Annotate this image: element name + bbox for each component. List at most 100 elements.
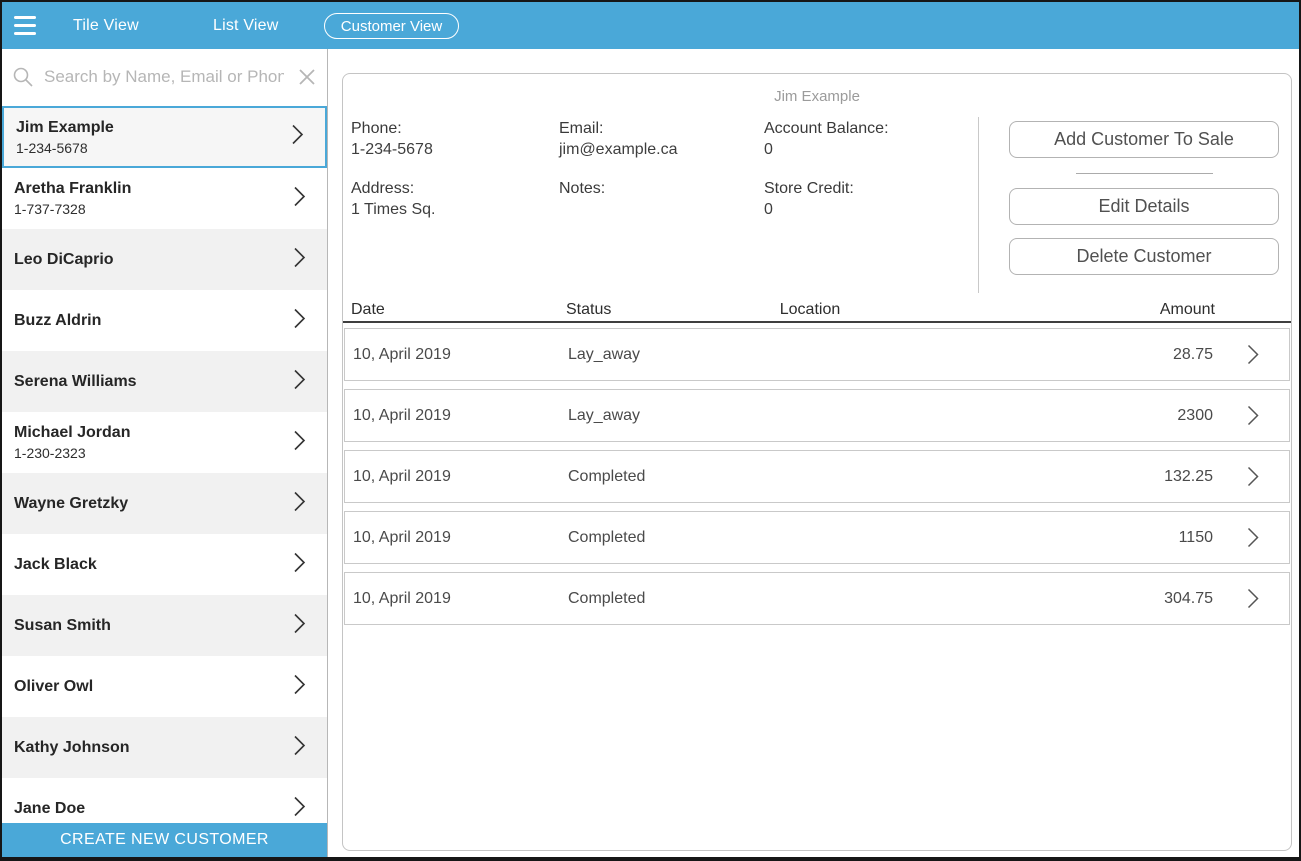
transaction-row[interactable]: 10, April 2019 Completed 304.75 (344, 572, 1290, 625)
field-label: Store Credit: (764, 178, 978, 199)
transaction-row[interactable]: 10, April 2019 Lay_away 2300 (344, 389, 1290, 442)
chevron-right-icon (1225, 527, 1281, 548)
customer-list-item[interactable]: Wayne Gretzky (2, 473, 327, 534)
customer-name: Jane Doe (14, 799, 327, 818)
customer-name: Leo DiCaprio (14, 250, 327, 269)
column-header-amount: Amount (894, 301, 1227, 319)
customer-field: Email: jim@example.ca (559, 118, 764, 160)
chevron-right-icon (293, 307, 306, 334)
customer-field: Notes: (559, 178, 764, 220)
chevron-right-icon (293, 490, 306, 517)
transaction-row[interactable]: 10, April 2019 Lay_away 28.75 (344, 328, 1290, 381)
field-value: 1 Times Sq. (351, 199, 559, 220)
customer-fields: Phone: 1-234-5678 Email: jim@example.ca … (351, 118, 978, 220)
chevron-right-icon (1225, 588, 1281, 609)
customer-list-item[interactable]: Oliver Owl (2, 656, 327, 717)
chevron-right-icon (293, 429, 306, 456)
pos-customer-screen: { "topbar": { "tile_view": "Tile View", … (0, 0, 1301, 861)
transaction-status: Completed (568, 590, 728, 608)
customer-name: Aretha Franklin (14, 179, 327, 198)
field-label: Email: (559, 118, 764, 139)
customer-title: Jim Example (343, 88, 1291, 105)
customer-list-item[interactable]: Jack Black (2, 534, 327, 595)
customer-field: Address: 1 Times Sq. (351, 178, 559, 220)
customer-phone: 1-234-5678 (16, 139, 325, 157)
add-customer-to-sale-button[interactable]: Add Customer To Sale (1009, 121, 1279, 158)
chevron-right-icon (293, 612, 306, 639)
transaction-row[interactable]: 10, April 2019 Completed 1150 (344, 511, 1290, 564)
field-label: Phone: (351, 118, 559, 139)
customer-field: Phone: 1-234-5678 (351, 118, 559, 160)
field-label: Address: (351, 178, 559, 199)
clear-search-icon[interactable] (295, 65, 319, 94)
customer-phone: 1-230-2323 (14, 444, 327, 462)
customer-phone: 1-737-7328 (14, 200, 327, 218)
chevron-right-icon (1225, 466, 1281, 487)
chevron-right-icon (293, 368, 306, 395)
chevron-right-icon (293, 795, 306, 822)
create-new-customer-button[interactable]: CREATE NEW CUSTOMER (2, 823, 327, 857)
tab-list-view[interactable]: List View (213, 2, 279, 49)
customer-actions: Add Customer To Sale Edit Details Delete… (1009, 121, 1279, 275)
customer-field: Store Credit: 0 (764, 178, 978, 220)
transaction-status: Completed (568, 468, 728, 486)
customer-name: Susan Smith (14, 616, 327, 635)
chevron-right-icon (293, 246, 306, 273)
transaction-row[interactable]: 10, April 2019 Completed 132.25 (344, 450, 1290, 503)
transaction-amount: 2300 (896, 407, 1225, 425)
customer-name: Buzz Aldrin (14, 311, 327, 330)
search-input[interactable] (44, 63, 284, 91)
customer-name: Michael Jordan (14, 423, 327, 442)
column-header-date: Date (351, 301, 566, 319)
transaction-amount: 1150 (896, 529, 1225, 547)
field-value (559, 199, 764, 220)
customer-name: Oliver Owl (14, 677, 327, 696)
transaction-date: 10, April 2019 (353, 468, 568, 486)
customer-list-item[interactable]: Kathy Johnson (2, 717, 327, 778)
chevron-right-icon (291, 124, 304, 151)
chevron-right-icon (293, 734, 306, 761)
transaction-date: 10, April 2019 (353, 590, 568, 608)
customer-search (2, 49, 327, 106)
transaction-date: 10, April 2019 (353, 407, 568, 425)
customer-name: Kathy Johnson (14, 738, 327, 757)
customer-name: Wayne Gretzky (14, 494, 327, 513)
transaction-status: Completed (568, 529, 728, 547)
customer-list-item[interactable]: Buzz Aldrin (2, 290, 327, 351)
customer-list-item[interactable]: Michael Jordan 1-230-2323 (2, 412, 327, 473)
transactions-header: Date Status Location Amount (343, 298, 1291, 323)
delete-customer-button[interactable]: Delete Customer (1009, 238, 1279, 275)
search-icon (11, 65, 35, 94)
customer-name: Jack Black (14, 555, 327, 574)
chevron-right-icon (293, 551, 306, 578)
column-header-status: Status (566, 301, 726, 319)
customer-name: Jim Example (16, 118, 325, 137)
customer-list-item[interactable]: Susan Smith (2, 595, 327, 656)
actions-divider (1076, 173, 1213, 174)
customer-list-item[interactable]: Leo DiCaprio (2, 229, 327, 290)
customer-detail-header: Jim Example Phone: 1-234-5678 Email: jim… (343, 74, 1291, 298)
field-label: Notes: (559, 178, 764, 199)
customer-list-item[interactable]: Aretha Franklin 1-737-7328 (2, 168, 327, 229)
chevron-right-icon (1225, 405, 1281, 426)
transaction-status: Lay_away (568, 407, 728, 425)
customer-field: Account Balance: 0 (764, 118, 978, 160)
chevron-right-icon (293, 673, 306, 700)
menu-icon[interactable] (14, 16, 36, 35)
tab-tile-view[interactable]: Tile View (73, 2, 139, 49)
field-value: jim@example.ca (559, 139, 764, 160)
column-header-location: Location (726, 301, 894, 319)
field-value: 0 (764, 139, 978, 160)
tab-customer-view[interactable]: Customer View (324, 13, 459, 39)
transaction-amount: 304.75 (896, 590, 1225, 608)
customer-list-item[interactable]: Serena Williams (2, 351, 327, 412)
customer-sidebar: Jim Example 1-234-5678 Aretha Franklin 1… (2, 49, 328, 857)
edit-details-button[interactable]: Edit Details (1009, 188, 1279, 225)
customer-list-item[interactable]: Jim Example 1-234-5678 (2, 106, 327, 168)
transaction-amount: 132.25 (896, 468, 1225, 486)
transaction-date: 10, April 2019 (353, 529, 568, 547)
field-value: 0 (764, 199, 978, 220)
customer-list: Jim Example 1-234-5678 Aretha Franklin 1… (2, 106, 327, 857)
top-bar: Tile View List View Customer View (2, 2, 1299, 49)
field-label: Account Balance: (764, 118, 978, 139)
